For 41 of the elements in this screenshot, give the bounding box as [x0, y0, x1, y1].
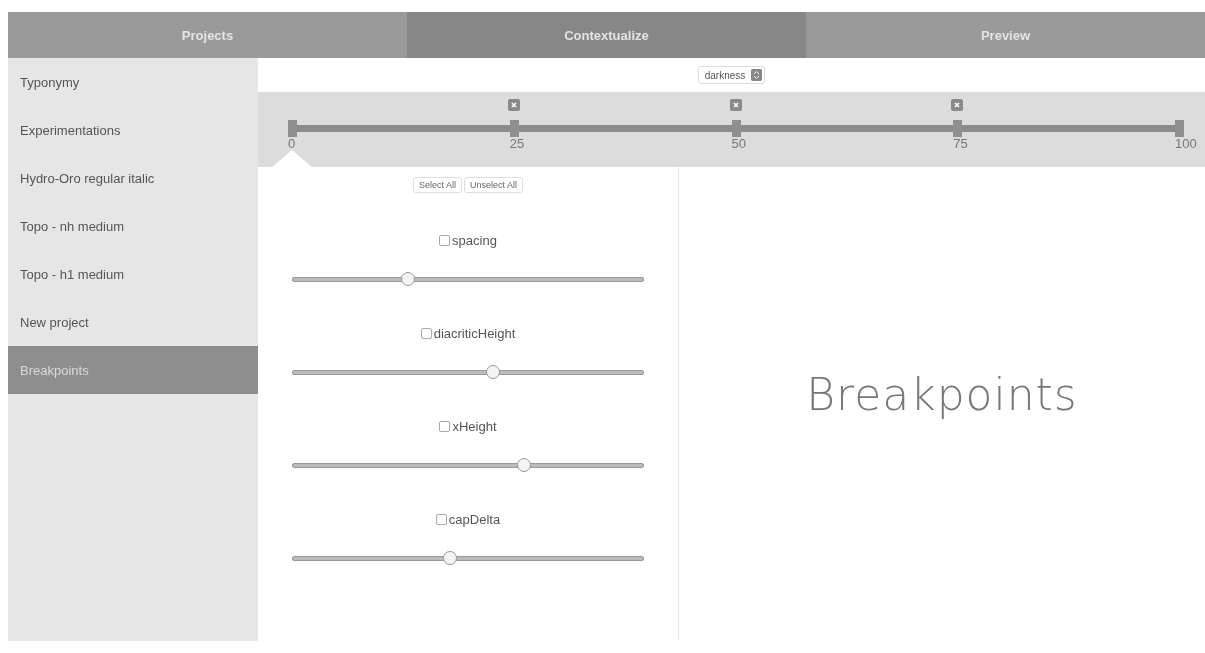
checkbox[interactable]	[420, 328, 432, 339]
close-icon[interactable]	[729, 99, 742, 111]
slider[interactable]	[292, 551, 644, 565]
parameter-label: xHeight	[452, 419, 497, 434]
sidebar-item[interactable]: Topo - nh medium	[8, 202, 258, 250]
sidebar-item[interactable]: Experimentations	[8, 106, 258, 154]
breakpoint-handle[interactable]	[509, 120, 519, 137]
breakpoint-handle[interactable]	[1175, 120, 1184, 137]
checkbox[interactable]	[435, 514, 447, 525]
slider-thumb[interactable]	[485, 365, 500, 379]
parameter-label: diacriticHeight	[433, 326, 516, 341]
sidebar-item[interactable]: Typonymy	[8, 58, 258, 106]
breakpoint-label: 0	[288, 136, 296, 151]
checkbox[interactable]	[439, 235, 451, 246]
slider[interactable]	[292, 365, 644, 379]
breakpoint-handle[interactable]	[731, 120, 741, 137]
breakpoint-handle[interactable]	[288, 120, 297, 137]
slider-thumb[interactable]	[517, 458, 532, 472]
slider-thumb[interactable]	[443, 551, 458, 565]
breakpoint-label: 25	[509, 136, 525, 151]
axis-select[interactable]: darkness	[697, 66, 766, 84]
breakpoint-label: 75	[953, 136, 968, 151]
slider[interactable]	[292, 458, 644, 472]
sidebar-item[interactable]: New project	[8, 298, 258, 346]
close-icon[interactable]	[507, 99, 520, 111]
slider-thumb[interactable]	[401, 272, 416, 286]
sidebar-item[interactable]: Topo - h1 medium	[8, 250, 258, 298]
toolbar-button[interactable]: Unselect All	[464, 177, 524, 193]
parameter-label: capDelta	[448, 512, 501, 527]
sidebar-item[interactable]: Hydro-Oro regular italic	[8, 154, 258, 202]
breakpoint-handle[interactable]	[953, 120, 963, 137]
stepper-icon	[751, 69, 763, 81]
close-icon[interactable]	[951, 99, 964, 111]
parameter-label: spacing	[452, 233, 497, 248]
slider[interactable]	[292, 272, 644, 286]
breakpoint-label: 50	[731, 136, 746, 151]
breakpoint-label: 100	[1175, 136, 1197, 151]
toolbar-button[interactable]: Select All	[412, 177, 462, 193]
checkbox[interactable]	[439, 421, 451, 432]
pointer-icon	[272, 150, 312, 167]
preview-text: Breakpoints	[806, 368, 1078, 420]
